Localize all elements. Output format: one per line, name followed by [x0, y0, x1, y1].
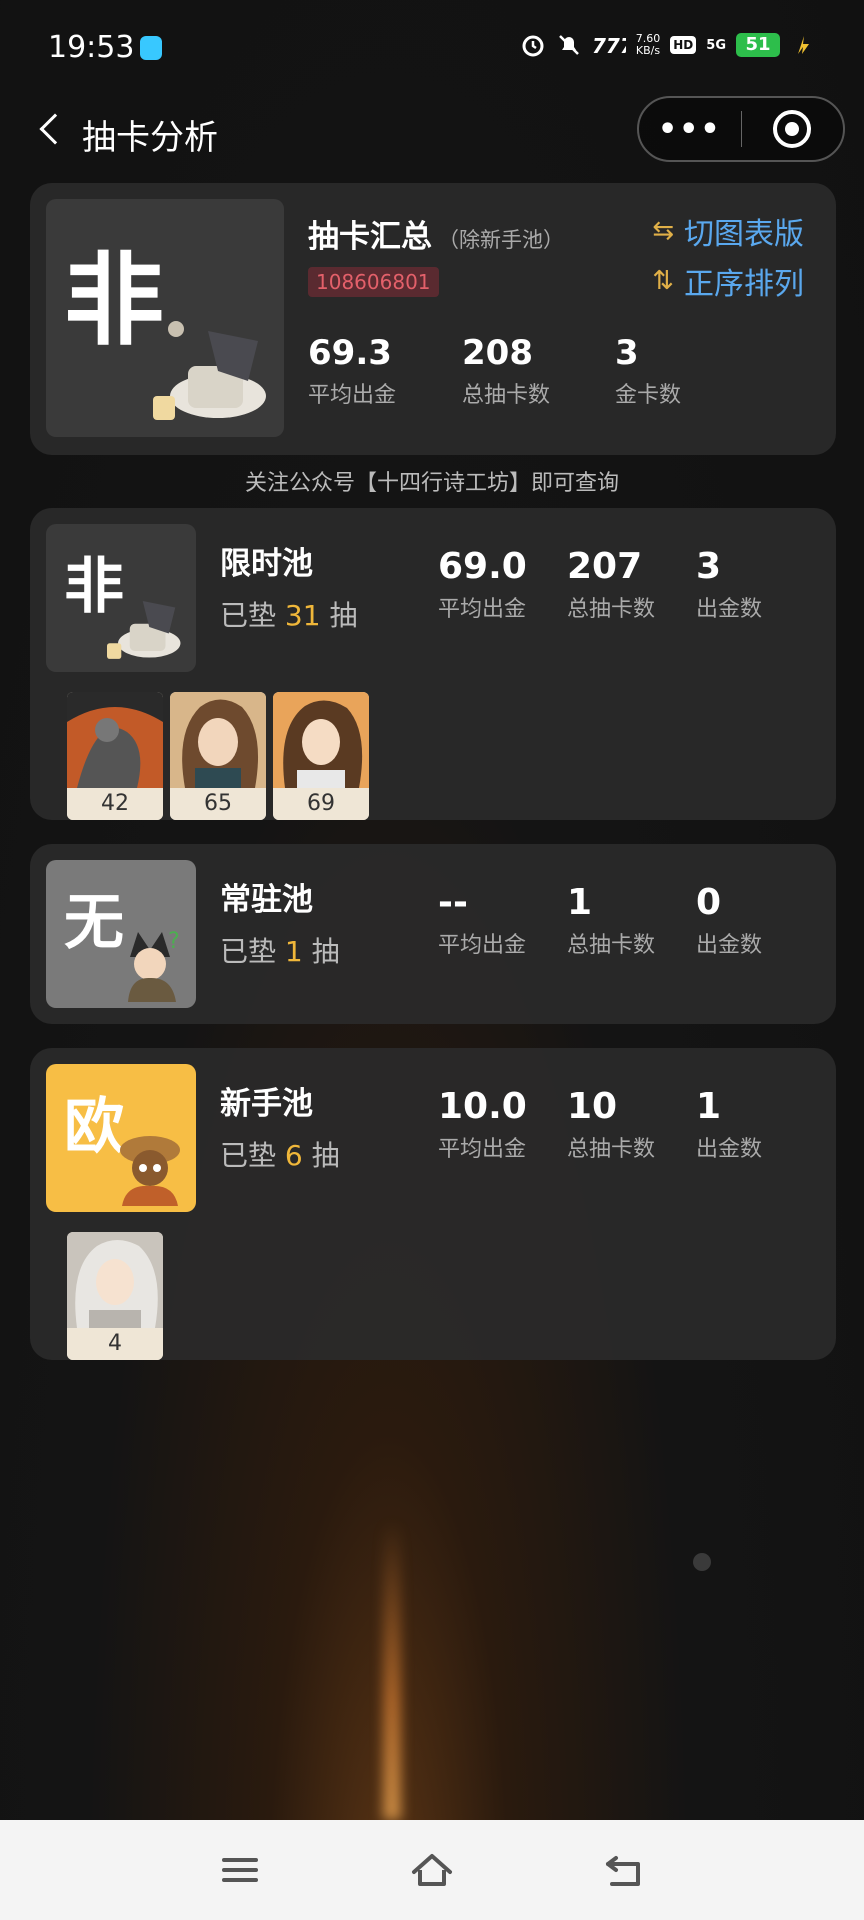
pool-avatar: 非 — [46, 524, 196, 672]
stat-gold-count: 3 金卡数 — [615, 333, 682, 408]
nfc-icon: 777 — [592, 34, 626, 58]
menu-icon[interactable] — [218, 1850, 262, 1890]
stat-total-pulls: 207 总抽卡数 — [567, 546, 656, 622]
stat-total-pulls: 1 总抽卡数 — [567, 882, 656, 958]
app-notification-icon — [140, 36, 162, 60]
alarm-icon — [522, 35, 544, 57]
stat-avg-gold: 69.0 平均出金 — [438, 546, 527, 622]
pull-number: 4 — [67, 1328, 163, 1360]
status-time: 19:53 — [48, 30, 135, 65]
stat-total-pulls: 10 总抽卡数 — [567, 1086, 656, 1162]
pool-card-limited[interactable]: 非 限时池 已垫 31 抽 69.0 平均出金 207 总抽卡数 3 出金数 42 — [30, 508, 836, 820]
sort-icon: ⇅ — [652, 266, 674, 296]
back-nav-icon[interactable] — [602, 1850, 646, 1890]
character-card[interactable]: 65 — [170, 692, 266, 820]
signal-icon: 5G — [706, 37, 726, 53]
more-menu-button[interactable]: ••• — [639, 112, 741, 147]
svg-text:777: 777 — [592, 34, 626, 58]
stat-gold-count: 1 出金数 — [696, 1086, 763, 1162]
uid-badge: 108606801 — [308, 267, 439, 297]
summary-avatar: 非 — [46, 199, 284, 437]
page-title: 抽卡分析 — [82, 118, 218, 158]
mini-program-capsule: ••• — [637, 96, 845, 162]
mascot-icon — [107, 601, 181, 659]
pool-name: 限时池 — [220, 546, 313, 582]
character-portrait — [273, 692, 369, 788]
pull-number: 42 — [67, 788, 163, 820]
network-speed: 7.60 KB/s — [635, 32, 661, 57]
background-light-beam — [383, 1520, 401, 1820]
battery-icon: 51 — [736, 33, 780, 57]
sort-order-button[interactable]: ⇅ 正序排列 — [652, 259, 804, 303]
back-icon[interactable] — [39, 113, 71, 145]
notice-text: 关注公众号【十四行诗工坊】即可查询 — [244, 471, 619, 496]
summary-card: 非 抽卡汇总 （除新手池） 108606801 ⇆ 切图表版 ⇅ 正序排列 69.… — [30, 183, 836, 455]
pity-count: 已垫 31 抽 — [220, 599, 358, 632]
background-dot — [693, 1553, 711, 1571]
stat-gold-count: 0 出金数 — [696, 882, 763, 958]
switch-chart-button[interactable]: ⇆ 切图表版 — [652, 209, 804, 253]
stat-gold-count: 3 出金数 — [696, 546, 763, 622]
pool-avatar: 欧 — [46, 1064, 196, 1212]
status-bar: 19:53 777 7.60KB/s HD 5G 51 — [0, 0, 864, 96]
pool-card-standard[interactable]: 无 ? 常驻池 已垫 1 抽 -- 平均出金 1 总抽卡数 0 出金数 — [30, 844, 836, 1024]
hd-badge: HD — [670, 36, 697, 54]
stat-avg-gold: 10.0 平均出金 — [438, 1086, 527, 1162]
pool-card-novice[interactable]: 欧 新手池 已垫 6 抽 10.0 平均出金 10 总抽卡数 1 出金数 4 — [30, 1048, 836, 1360]
stat-avg-gold: -- 平均出金 — [438, 882, 527, 958]
mascot-icon — [153, 321, 266, 420]
character-card[interactable]: 4 — [67, 1232, 163, 1360]
system-nav-bar — [0, 1820, 864, 1920]
mascot-icon — [120, 1136, 180, 1206]
svg-text:?: ? — [168, 929, 180, 954]
mute-bell-icon — [558, 35, 579, 55]
luck-badge: 无 — [64, 888, 124, 958]
mascot-icon: ? — [128, 929, 180, 1002]
character-card[interactable]: 42 — [67, 692, 163, 820]
pull-number: 69 — [273, 788, 369, 820]
pity-count: 已垫 1 抽 — [220, 935, 340, 968]
target-icon — [773, 110, 812, 148]
pity-count: 已垫 6 抽 — [220, 1139, 340, 1172]
summary-title: 抽卡汇总 （除新手池） — [308, 219, 564, 255]
pool-name: 新手池 — [220, 1086, 313, 1122]
stat-avg-gold: 69.3 平均出金 — [308, 333, 397, 408]
character-portrait — [67, 692, 163, 788]
close-mini-program-button[interactable] — [741, 110, 843, 148]
stat-total-pulls: 208 总抽卡数 — [462, 333, 551, 408]
pool-avatar: 无 ? — [46, 860, 196, 1008]
home-icon[interactable] — [410, 1850, 454, 1890]
nav-bar: 抽卡分析 ••• — [0, 96, 864, 170]
pull-number: 65 — [170, 788, 266, 820]
switch-icon: ⇆ — [652, 216, 674, 246]
status-icons: 777 7.60KB/s HD 5G 51 — [520, 32, 816, 58]
character-card[interactable]: 69 — [273, 692, 369, 820]
character-portrait — [67, 1232, 163, 1328]
charging-icon — [798, 36, 809, 54]
pool-name: 常驻池 — [220, 882, 313, 918]
character-portrait — [170, 692, 266, 788]
summary-subtitle: （除新手池） — [438, 228, 564, 252]
